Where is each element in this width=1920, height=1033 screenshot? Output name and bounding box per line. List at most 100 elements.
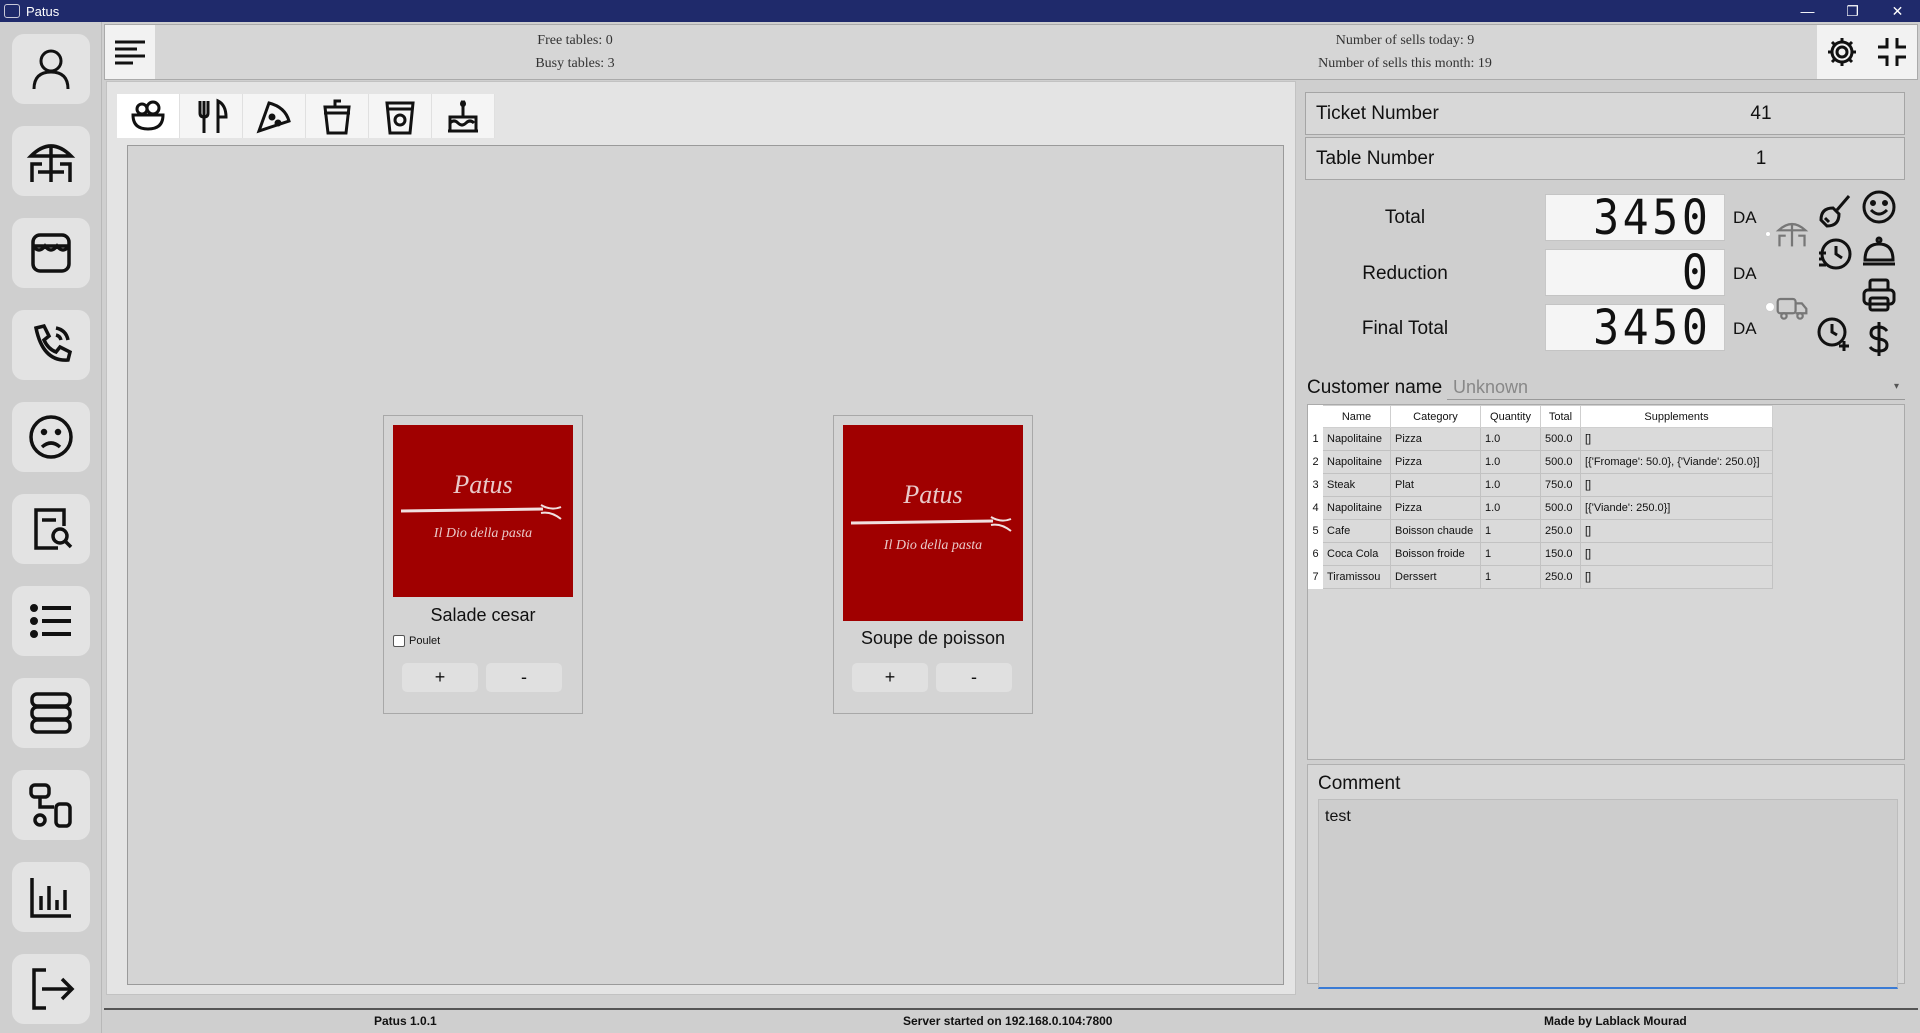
table-cell: 1.0 bbox=[1480, 496, 1541, 520]
table-cell: Coca Cola bbox=[1322, 542, 1391, 566]
table-cell: [] bbox=[1580, 427, 1773, 451]
table-row[interactable]: 3 Steak Plat 1.0 750.0[] bbox=[1308, 473, 1773, 497]
ticket-panel: Ticket Number 41 Table Number 1 Total 34… bbox=[1305, 88, 1905, 994]
add-quantity-button[interactable]: + bbox=[402, 663, 478, 692]
column-header[interactable]: Quantity bbox=[1480, 405, 1541, 428]
gear-icon[interactable] bbox=[1825, 35, 1859, 69]
table-cell: Napolitaine bbox=[1322, 450, 1391, 474]
minimize-button[interactable]: — bbox=[1785, 0, 1830, 22]
sidebar-item-logout[interactable] bbox=[12, 954, 90, 1024]
sidebar-item-complaints[interactable] bbox=[12, 402, 90, 472]
window-title: Patus bbox=[26, 3, 60, 19]
add-quantity-button[interactable]: + bbox=[852, 663, 928, 692]
printer-icon bbox=[1862, 278, 1896, 312]
table-row[interactable]: 1 Napolitaine Pizza 1.0 500.0[] bbox=[1308, 427, 1773, 451]
sidebar-item-list[interactable] bbox=[12, 586, 90, 656]
row-index: 6 bbox=[1308, 542, 1323, 566]
row-index: 7 bbox=[1308, 565, 1323, 589]
customer-mood-button[interactable] bbox=[1858, 186, 1900, 228]
table-cell: 1.0 bbox=[1480, 473, 1541, 497]
sidebar-item-store[interactable] bbox=[12, 218, 90, 288]
sidebar-item-phone[interactable] bbox=[12, 310, 90, 380]
broom-icon bbox=[1819, 195, 1851, 228]
product-name: Salade cesar bbox=[430, 605, 536, 625]
close-button[interactable]: ✕ bbox=[1875, 0, 1920, 22]
sidebar-item-search[interactable] bbox=[12, 494, 90, 564]
table-number-row: Table Number 1 bbox=[1305, 137, 1905, 180]
history-button[interactable] bbox=[1813, 233, 1855, 275]
comment-label: Comment bbox=[1318, 773, 1401, 794]
table-row[interactable]: 2 Napolitaine Pizza 1.0 500.0 [{'Fromage': 50… bbox=[1308, 450, 1773, 474]
tab-salads[interactable] bbox=[117, 94, 180, 138]
header-bar: Free tables: 0 Busy tables: 3 Number of … bbox=[104, 24, 1918, 80]
column-header[interactable]: Name bbox=[1322, 405, 1391, 428]
table-cell: 150.0 bbox=[1540, 542, 1581, 566]
table-cell: 250.0 bbox=[1540, 519, 1581, 543]
delivery-radio[interactable] bbox=[1765, 302, 1775, 312]
table-cell: [] bbox=[1580, 473, 1773, 497]
customer-name-select[interactable]: Unknown ▾ bbox=[1447, 374, 1905, 400]
tables-summary: Free tables: 0 Busy tables: 3 bbox=[475, 29, 675, 75]
terrace-icon bbox=[26, 144, 76, 182]
column-header[interactable]: Supplements bbox=[1580, 405, 1773, 428]
tab-soft-drinks[interactable] bbox=[369, 94, 432, 138]
tab-desserts[interactable] bbox=[432, 94, 495, 138]
table-row[interactable]: 7 Tiramissou Derssert 1 250.0[] bbox=[1308, 565, 1773, 589]
collapse-icon[interactable] bbox=[1875, 35, 1909, 69]
logo-text-2: Il Dio della pasta bbox=[433, 526, 532, 541]
table-cell: [{'Viande': 250.0}] bbox=[1580, 496, 1773, 520]
menu-icon bbox=[115, 40, 145, 65]
table-row[interactable]: 6 Coca Cola Boisson froide 1 150.0[] bbox=[1308, 542, 1773, 566]
table-cell: 1.0 bbox=[1480, 427, 1541, 451]
products-area: Patus Il Dio della pasta Salade cesar Po… bbox=[127, 145, 1284, 985]
remove-quantity-button[interactable]: - bbox=[486, 663, 562, 692]
tab-dishes[interactable] bbox=[180, 94, 243, 138]
chart-icon bbox=[30, 878, 71, 918]
sidebar-item-workflow[interactable] bbox=[12, 770, 90, 840]
clock-plus-icon bbox=[1817, 317, 1849, 351]
maximize-button[interactable]: ❐ bbox=[1830, 0, 1875, 22]
sidebar-item-terrace[interactable] bbox=[12, 126, 90, 196]
customer-name-value: Unknown bbox=[1453, 377, 1529, 397]
table-cell: Steak bbox=[1322, 473, 1391, 497]
comment-textarea[interactable]: test bbox=[1318, 799, 1898, 989]
remove-quantity-button[interactable]: - bbox=[936, 663, 1012, 692]
print-button[interactable] bbox=[1858, 274, 1900, 316]
table-cell: [] bbox=[1580, 565, 1773, 589]
column-header[interactable]: Category bbox=[1390, 405, 1481, 428]
table-number-value: 1 bbox=[1755, 148, 1767, 169]
sales-summary: Number of sells today: 9 Number of sells… bbox=[1275, 29, 1535, 75]
soft-drink-icon bbox=[385, 101, 415, 135]
category-tabs bbox=[117, 94, 495, 138]
table-cell: [{'Fromage': 50.0}, {'Viande': 250.0}] bbox=[1580, 450, 1773, 474]
serve-button[interactable] bbox=[1858, 230, 1900, 272]
ticket-number-value: 41 bbox=[1750, 103, 1772, 124]
status-bar: Patus 1.0.1 Server started on 192.168.0.… bbox=[104, 1008, 1918, 1032]
tab-drinks[interactable] bbox=[306, 94, 369, 138]
terrace-radio[interactable] bbox=[1765, 231, 1771, 237]
column-header[interactable]: Total bbox=[1540, 405, 1581, 428]
reduction-display[interactable]: 0 bbox=[1545, 249, 1725, 297]
search-document-icon bbox=[34, 508, 73, 550]
list-icon bbox=[30, 604, 71, 638]
sidebar-item-user[interactable] bbox=[12, 34, 90, 104]
final-total-currency: DA bbox=[1733, 319, 1757, 338]
tab-pizza[interactable] bbox=[243, 94, 306, 138]
sidebar-item-statistics[interactable] bbox=[12, 862, 90, 932]
workflow-icon bbox=[29, 783, 72, 828]
table-cell: Pizza bbox=[1390, 427, 1481, 451]
menu-button[interactable] bbox=[105, 25, 155, 79]
supplement-checkbox[interactable] bbox=[393, 635, 405, 647]
table-number-label: Table Number bbox=[1316, 148, 1435, 169]
table-cell: Derssert bbox=[1390, 565, 1481, 589]
sidebar-item-database[interactable] bbox=[12, 678, 90, 748]
table-cell: 1 bbox=[1480, 519, 1541, 543]
add-time-button[interactable] bbox=[1813, 313, 1855, 355]
row-index: 2 bbox=[1308, 450, 1323, 474]
clear-order-button[interactable] bbox=[1813, 188, 1855, 230]
table-row[interactable]: 4 Napolitaine Pizza 1.0 500.0 [{'Viande': 250… bbox=[1308, 496, 1773, 520]
supplement-option[interactable]: Poulet bbox=[393, 635, 440, 647]
table-row[interactable]: 5 Cafe Boisson chaude 1 250.0[] bbox=[1308, 519, 1773, 543]
pay-button[interactable] bbox=[1858, 318, 1900, 360]
row-index-header bbox=[1308, 405, 1323, 428]
